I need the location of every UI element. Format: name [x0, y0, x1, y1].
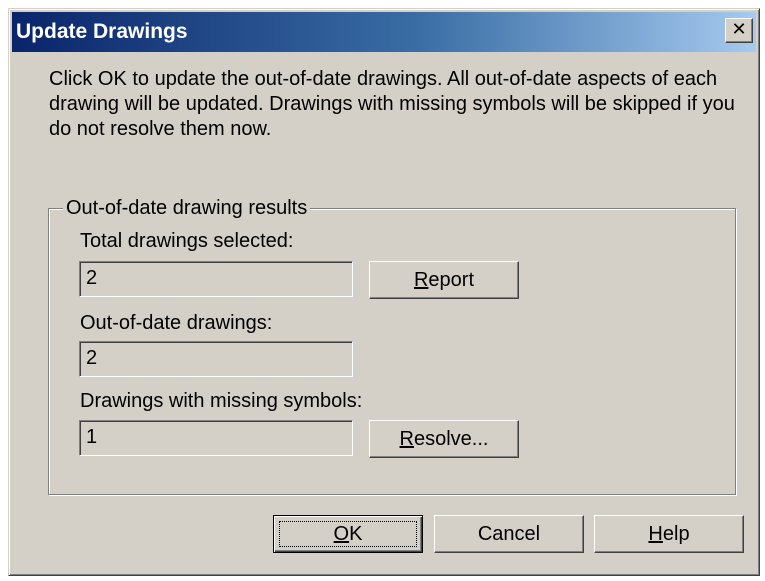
results-group-legend: Out-of-date drawing results: [63, 196, 311, 220]
resolve-label-rest: esolve...: [413, 428, 489, 450]
title-bar[interactable]: Update Drawings ✕: [12, 12, 756, 52]
missing-symbols-field: 1: [79, 420, 353, 456]
help-button[interactable]: Help: [594, 515, 744, 553]
out-of-date-drawings-label: Out-of-date drawings:: [80, 312, 273, 334]
cancel-button[interactable]: Cancel: [434, 515, 584, 553]
cancel-label: Cancel: [477, 523, 541, 545]
resolve-button[interactable]: Resolve...: [369, 420, 519, 458]
ok-accel: O: [333, 523, 350, 545]
help-label-rest: elp: [662, 523, 690, 545]
ok-label-rest: K: [349, 523, 363, 545]
total-drawings-label: Total drawings selected:: [80, 230, 294, 252]
missing-symbols-label: Drawings with missing symbols:: [80, 390, 363, 412]
report-accel: R: [413, 269, 429, 291]
total-drawings-field: 2: [79, 261, 353, 297]
close-button[interactable]: ✕: [725, 18, 753, 43]
close-icon: ✕: [731, 19, 747, 40]
resolve-accel: R: [399, 428, 414, 450]
window-title: Update Drawings: [16, 20, 188, 43]
update-drawings-dialog: Update Drawings ✕ Click OK to update the…: [8, 8, 760, 576]
ok-button[interactable]: OK: [273, 515, 423, 553]
out-of-date-drawings-field: 2: [79, 341, 353, 377]
instruction-message: Click OK to update the out-of-date drawi…: [49, 68, 735, 140]
help-accel: H: [648, 523, 663, 545]
report-label-rest: eport: [428, 269, 475, 291]
report-button[interactable]: Report: [369, 261, 519, 299]
